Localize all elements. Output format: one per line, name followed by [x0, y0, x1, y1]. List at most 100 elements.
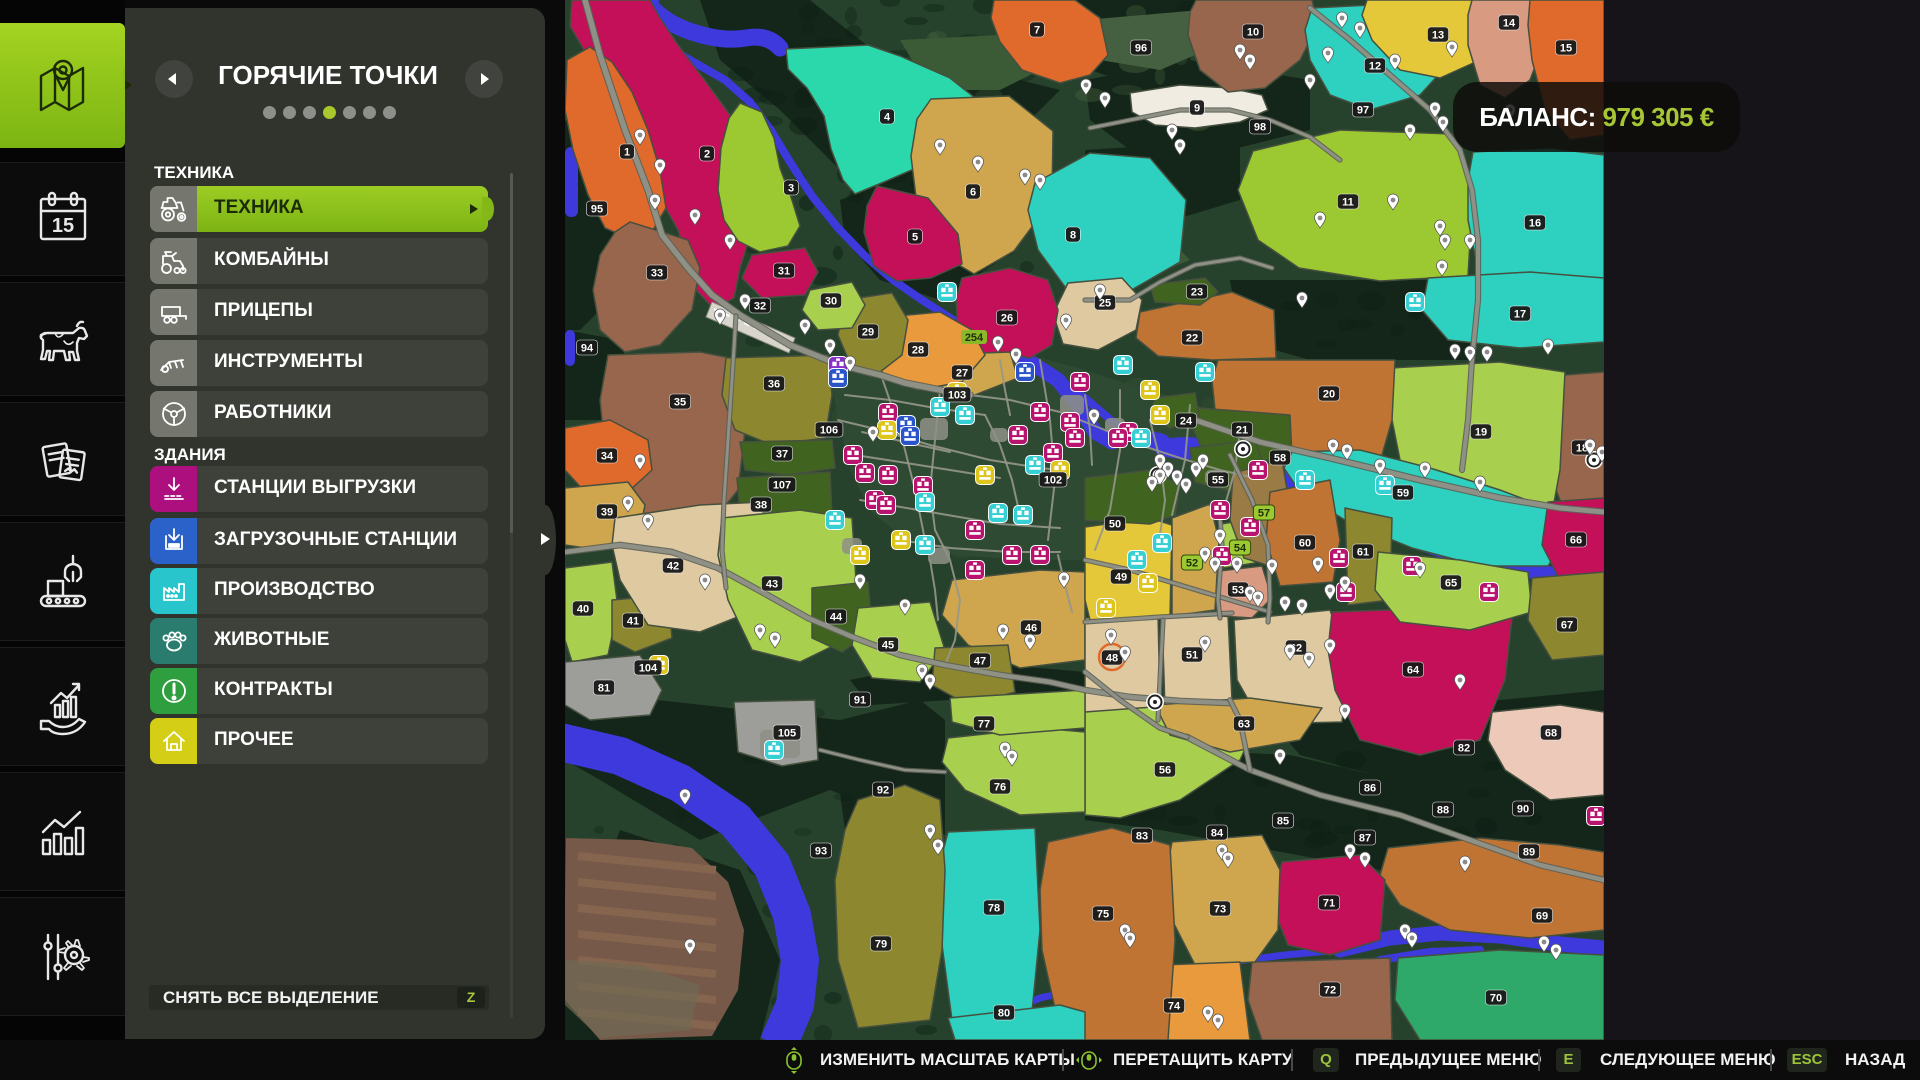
- svg-text:72: 72: [1324, 985, 1336, 997]
- svg-text:30: 30: [825, 296, 837, 308]
- svg-text:105: 105: [778, 728, 796, 740]
- svg-text:31: 31: [778, 266, 790, 278]
- svg-text:11: 11: [1342, 197, 1354, 209]
- svg-text:104: 104: [639, 663, 658, 675]
- svg-text:12: 12: [1369, 61, 1381, 73]
- svg-text:84: 84: [1211, 828, 1224, 840]
- svg-text:73: 73: [1214, 904, 1226, 916]
- svg-text:93: 93: [815, 846, 827, 858]
- svg-text:21: 21: [1236, 425, 1248, 437]
- svg-text:19: 19: [1475, 427, 1487, 439]
- svg-text:49: 49: [1115, 572, 1127, 584]
- svg-text:102: 102: [1044, 475, 1062, 487]
- svg-text:103: 103: [948, 390, 966, 402]
- svg-text:26: 26: [1001, 313, 1013, 325]
- svg-text:71: 71: [1323, 898, 1335, 910]
- svg-text:3: 3: [788, 183, 794, 195]
- svg-text:98: 98: [1254, 122, 1266, 134]
- svg-text:52: 52: [1186, 558, 1198, 570]
- svg-text:50: 50: [1109, 519, 1121, 531]
- svg-text:54: 54: [1234, 543, 1247, 555]
- svg-text:6: 6: [970, 187, 976, 199]
- svg-text:254: 254: [965, 332, 984, 344]
- svg-text:80: 80: [998, 1008, 1010, 1020]
- svg-text:17: 17: [1514, 309, 1526, 321]
- svg-text:91: 91: [854, 695, 866, 707]
- svg-text:37: 37: [776, 449, 788, 461]
- svg-text:77: 77: [978, 719, 990, 731]
- svg-text:47: 47: [974, 656, 986, 668]
- svg-text:38: 38: [755, 500, 767, 512]
- svg-text:86: 86: [1364, 783, 1376, 795]
- svg-text:5: 5: [912, 232, 918, 244]
- svg-text:95: 95: [591, 204, 603, 216]
- svg-text:51: 51: [1186, 650, 1198, 662]
- svg-text:34: 34: [601, 451, 614, 463]
- svg-text:9: 9: [1194, 103, 1200, 115]
- svg-text:15: 15: [51, 215, 73, 237]
- svg-text:58: 58: [1274, 453, 1286, 465]
- svg-text:83: 83: [1136, 831, 1148, 843]
- svg-text:90: 90: [1517, 804, 1529, 816]
- svg-text:61: 61: [1357, 547, 1369, 559]
- svg-text:36: 36: [768, 379, 780, 391]
- svg-text:63: 63: [1238, 719, 1250, 731]
- svg-text:1: 1: [624, 147, 630, 159]
- svg-text:45: 45: [882, 640, 894, 652]
- svg-text:43: 43: [766, 579, 778, 591]
- svg-text:94: 94: [581, 343, 594, 355]
- svg-text:69: 69: [1536, 911, 1548, 923]
- svg-text:35: 35: [674, 397, 686, 409]
- svg-text:46: 46: [1025, 623, 1037, 635]
- svg-text:23: 23: [1191, 287, 1203, 299]
- svg-text:4: 4: [884, 112, 891, 124]
- svg-text:85: 85: [1277, 816, 1289, 828]
- svg-text:20: 20: [1323, 389, 1335, 401]
- svg-text:13: 13: [1432, 30, 1444, 42]
- svg-text:2: 2: [704, 149, 710, 161]
- svg-text:8: 8: [1070, 230, 1076, 242]
- svg-text:15: 15: [1560, 43, 1572, 55]
- svg-text:60: 60: [1299, 538, 1311, 550]
- svg-text:88: 88: [1437, 805, 1449, 817]
- svg-text:41: 41: [627, 616, 639, 628]
- svg-text:33: 33: [651, 268, 663, 280]
- svg-text:78: 78: [988, 903, 1000, 915]
- svg-text:24: 24: [1180, 416, 1193, 428]
- svg-text:53: 53: [1232, 585, 1244, 597]
- svg-text:57: 57: [1258, 508, 1270, 520]
- svg-text:27: 27: [956, 368, 968, 380]
- svg-text:96: 96: [1135, 43, 1147, 55]
- svg-text:22: 22: [1186, 333, 1198, 345]
- svg-text:106: 106: [820, 425, 838, 437]
- svg-text:79: 79: [875, 939, 887, 951]
- svg-text:10: 10: [1247, 27, 1259, 39]
- svg-text:97: 97: [1357, 105, 1369, 117]
- svg-text:87: 87: [1359, 833, 1371, 845]
- svg-text:89: 89: [1523, 847, 1535, 859]
- svg-text:56: 56: [1159, 765, 1171, 777]
- svg-text:92: 92: [877, 785, 889, 797]
- svg-text:67: 67: [1561, 620, 1573, 632]
- svg-text:107: 107: [773, 480, 791, 492]
- svg-text:82: 82: [1458, 743, 1470, 755]
- svg-text:40: 40: [577, 604, 589, 616]
- svg-text:16: 16: [1529, 218, 1541, 230]
- svg-text:44: 44: [830, 612, 843, 624]
- svg-text:81: 81: [598, 683, 610, 695]
- svg-text:7: 7: [1034, 25, 1040, 37]
- svg-text:75: 75: [1097, 909, 1109, 921]
- svg-text:70: 70: [1490, 993, 1502, 1005]
- svg-text:59: 59: [1397, 488, 1409, 500]
- svg-text:64: 64: [1407, 665, 1420, 677]
- svg-text:32: 32: [754, 301, 766, 313]
- svg-text:65: 65: [1445, 578, 1457, 590]
- svg-text:68: 68: [1545, 728, 1557, 740]
- svg-text:76: 76: [994, 782, 1006, 794]
- svg-text:42: 42: [667, 561, 679, 573]
- svg-text:74: 74: [1168, 1001, 1181, 1013]
- svg-text:39: 39: [601, 507, 613, 519]
- svg-text:66: 66: [1570, 535, 1582, 547]
- svg-text:48: 48: [1106, 653, 1118, 665]
- svg-text:29: 29: [862, 327, 874, 339]
